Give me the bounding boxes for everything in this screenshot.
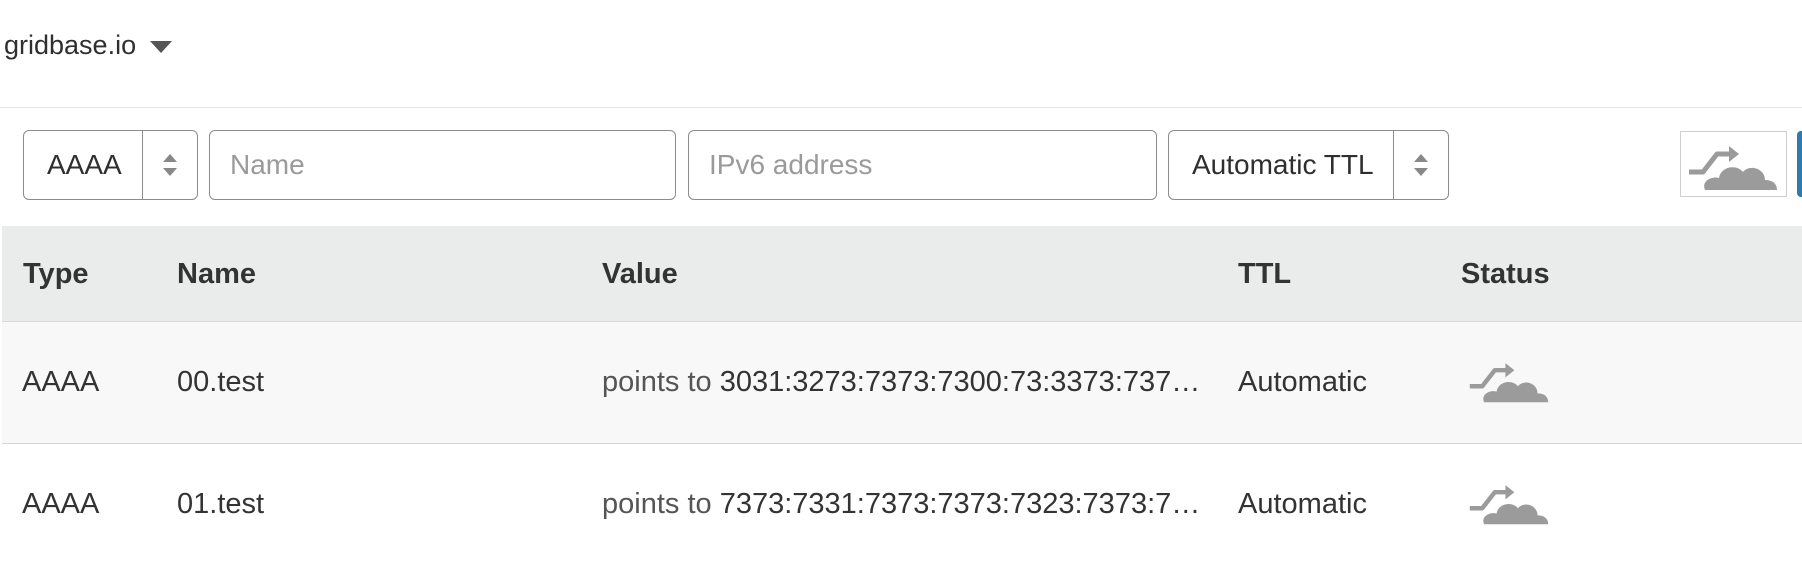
proxied-cloud-icon[interactable] bbox=[1468, 476, 1550, 528]
sort-arrows-icon bbox=[1393, 131, 1449, 199]
column-header-value[interactable]: Value bbox=[602, 226, 678, 322]
table-row[interactable]: AAAA 01.test points to 7373:7331:7373:73… bbox=[2, 444, 1802, 562]
sort-arrows-icon bbox=[142, 131, 198, 199]
add-record-form: AAAA Automatic TTL bbox=[0, 108, 1802, 226]
proxied-cloud-icon[interactable] bbox=[1468, 354, 1550, 406]
proxy-status-toggle[interactable] bbox=[1680, 131, 1787, 197]
record-address: 7373:7331:7373:7373:7323:7373:7… bbox=[719, 488, 1201, 520]
record-type: AAAA bbox=[22, 366, 100, 398]
column-header-ttl[interactable]: TTL bbox=[1238, 226, 1291, 322]
record-ttl: Automatic bbox=[1238, 366, 1367, 398]
record-name: 00.test bbox=[177, 366, 265, 398]
zone-name: gridbase.io bbox=[4, 30, 137, 60]
zone-selector[interactable]: gridbase.io bbox=[4, 30, 173, 61]
record-name: 01.test bbox=[177, 488, 265, 520]
dns-records-app: gridbase.io AAAA Automatic TTL bbox=[0, 0, 1802, 562]
add-record-button[interactable] bbox=[1797, 131, 1802, 197]
ttl-select[interactable]: Automatic TTL bbox=[1168, 130, 1449, 200]
column-header-status: Status bbox=[1461, 258, 1550, 290]
name-input[interactable] bbox=[209, 130, 676, 200]
column-header-name[interactable]: Name bbox=[177, 226, 256, 322]
record-value: points to 3031:3273:7373:7300:73:3373:73… bbox=[602, 322, 1282, 442]
value-prefix: points to bbox=[602, 488, 712, 520]
zone-header: gridbase.io bbox=[0, 0, 1802, 108]
record-ttl: Automatic bbox=[1238, 488, 1367, 520]
record-address: 3031:3273:7373:7300:73:3373:737… bbox=[719, 366, 1201, 398]
table-row[interactable]: AAAA 00.test points to 3031:3273:7373:73… bbox=[2, 322, 1802, 444]
dns-records-table: Type Name Value TTL Status AAAA 00.test … bbox=[2, 226, 1802, 562]
table-header: Type Name Value TTL Status bbox=[2, 226, 1802, 322]
ttl-value: Automatic TTL bbox=[1192, 149, 1374, 180]
record-type-select[interactable]: AAAA bbox=[23, 130, 198, 200]
record-value: points to 7373:7331:7373:7373:7323:7373:… bbox=[602, 444, 1282, 562]
record-type: AAAA bbox=[22, 488, 100, 520]
value-prefix: points to bbox=[602, 366, 712, 398]
proxied-cloud-icon bbox=[1689, 146, 1777, 190]
caret-down-icon bbox=[150, 40, 173, 53]
column-header-type[interactable]: Type bbox=[23, 226, 89, 322]
ipv6-address-input[interactable] bbox=[688, 130, 1157, 200]
record-type-value: AAAA bbox=[47, 149, 122, 180]
